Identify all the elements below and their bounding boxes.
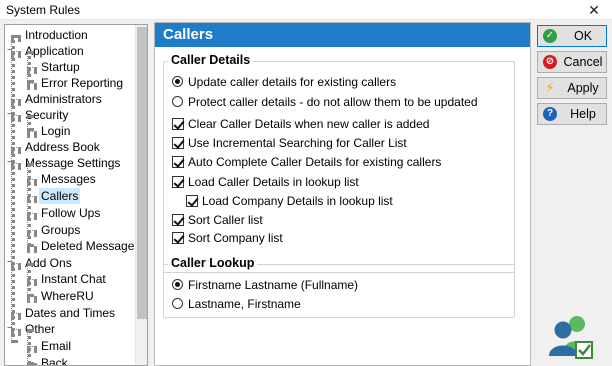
- radio-label: Protect caller details - do not allow th…: [188, 95, 478, 109]
- radio-button[interactable]: [172, 96, 183, 107]
- checkbox-label: Clear Caller Details when new caller is …: [188, 117, 430, 131]
- callers-panel: Callers Caller Details Update caller det…: [154, 22, 531, 366]
- tree-item-13[interactable]: Deleted Messages: [39, 238, 142, 254]
- checkbox-label: Sort Company list: [188, 231, 283, 245]
- window-title: System Rules: [6, 3, 81, 17]
- radio-label: Firstname Lastname (Fullname): [188, 278, 359, 292]
- tree-item-19[interactable]: Email: [39, 338, 73, 354]
- radio-button[interactable]: [172, 76, 183, 87]
- tree-connector: [27, 329, 31, 365]
- tree-item-12[interactable]: Groups: [39, 222, 82, 238]
- checkbox[interactable]: [172, 156, 184, 168]
- tree-item-17[interactable]: Dates and Times: [23, 305, 117, 321]
- question-circle-icon: ?: [543, 107, 557, 121]
- settings-tree: Introduction Application − Startup Error Rep…: [4, 24, 148, 366]
- tree-item-10[interactable]: Callers: [39, 188, 81, 204]
- tree-item-2[interactable]: Startup: [39, 59, 82, 75]
- tree-connector: [27, 163, 31, 247]
- checkbox-clear-caller-details[interactable]: Clear Caller Details when new caller is …: [172, 116, 429, 132]
- tree-item-7[interactable]: Address Book: [23, 139, 102, 155]
- tree-connector: [11, 35, 15, 343]
- checkbox-incremental-search[interactable]: Use Incremental Searching for Caller Lis…: [172, 135, 407, 151]
- checkbox[interactable]: [172, 232, 184, 244]
- tree-item-1[interactable]: Application: [23, 43, 86, 59]
- check-circle-icon: ✓: [543, 29, 557, 43]
- checkbox-load-company-details[interactable]: Load Company Details in lookup list: [186, 193, 393, 209]
- checkbox-sort-company-list[interactable]: Sort Company list: [172, 230, 283, 246]
- caller-lookup-title: Caller Lookup: [168, 256, 258, 270]
- checkbox-auto-complete[interactable]: Auto Complete Caller Details for existin…: [172, 154, 441, 170]
- ok-button[interactable]: ✓ OK: [537, 25, 607, 47]
- checkbox-label: Load Company Details in lookup list: [202, 194, 393, 208]
- tree-item-16[interactable]: WhereRU: [39, 288, 96, 304]
- checkbox[interactable]: [172, 118, 184, 130]
- tree-item-4[interactable]: Administrators: [23, 91, 104, 107]
- no-entry-icon: ⊘: [543, 55, 557, 69]
- tree-item-3[interactable]: Error Reporting: [39, 75, 125, 91]
- help-button[interactable]: ? Help: [537, 103, 607, 125]
- tree-item-0[interactable]: Introduction: [23, 27, 90, 43]
- checkbox[interactable]: [186, 195, 198, 207]
- tree-connector: [27, 263, 31, 297]
- radio-lastname-firstname[interactable]: Lastname, Firstname: [172, 296, 301, 312]
- checkbox[interactable]: [172, 214, 184, 226]
- tree-item-20[interactable]: Back...: [39, 355, 80, 365]
- users-checked-icon: [549, 316, 593, 359]
- checkbox[interactable]: [172, 176, 184, 188]
- tree-connector: [27, 83, 37, 87]
- caller-details-title: Caller Details: [168, 53, 254, 67]
- checkbox-load-caller-details[interactable]: Load Caller Details in lookup list: [172, 174, 359, 190]
- tree-scrollbar[interactable]: [135, 25, 147, 365]
- tree-connector: [27, 131, 37, 135]
- checkbox-label: Auto Complete Caller Details for existin…: [188, 155, 442, 169]
- cancel-label: Cancel: [563, 55, 603, 69]
- checkbox-label: Use Incremental Searching for Caller Lis…: [188, 136, 407, 150]
- radio-button[interactable]: [172, 298, 183, 309]
- checkbox-label: Load Caller Details in lookup list: [188, 175, 359, 189]
- radio-label: Update caller details for existing calle…: [188, 75, 397, 89]
- cancel-button[interactable]: ⊘ Cancel: [537, 51, 607, 73]
- title-bar: System Rules ✕: [0, 0, 612, 20]
- apply-button[interactable]: ⚡ Apply: [537, 77, 607, 99]
- radio-button[interactable]: [172, 279, 183, 290]
- caller-details-group: Caller Details Update caller details for…: [163, 53, 515, 273]
- close-icon[interactable]: ✕: [576, 0, 612, 20]
- panel-title: Callers: [155, 23, 530, 47]
- help-label: Help: [570, 107, 596, 121]
- ok-label: OK: [573, 29, 593, 43]
- radio-label: Lastname, Firstname: [188, 297, 301, 311]
- apply-label: Apply: [567, 81, 599, 95]
- tree-connector: [27, 51, 31, 83]
- tree-item-6[interactable]: Login: [39, 123, 72, 139]
- caller-lookup-group: Caller Lookup Firstname Lastname (Fullna…: [163, 256, 515, 318]
- radio-protect-caller-details[interactable]: Protect caller details - do not allow th…: [172, 94, 478, 110]
- tree-connector: [27, 115, 31, 131]
- tree-item-11[interactable]: Follow Ups: [39, 205, 102, 221]
- checkbox-label: Sort Caller list: [188, 213, 263, 227]
- tree-item-8[interactable]: Message Settings: [23, 155, 122, 171]
- scrollbar-thumb[interactable]: [137, 27, 147, 319]
- tree-item-15[interactable]: Instant Chat: [39, 271, 108, 287]
- tree-item-9[interactable]: Messages: [39, 171, 98, 187]
- radio-update-caller-details[interactable]: Update caller details for existing calle…: [172, 74, 396, 90]
- checkbox[interactable]: [172, 137, 184, 149]
- lightning-icon: ⚡: [545, 80, 555, 95]
- radio-firstname-lastname[interactable]: Firstname Lastname (Fullname): [172, 277, 358, 293]
- checkbox-sort-caller-list[interactable]: Sort Caller list: [172, 212, 263, 228]
